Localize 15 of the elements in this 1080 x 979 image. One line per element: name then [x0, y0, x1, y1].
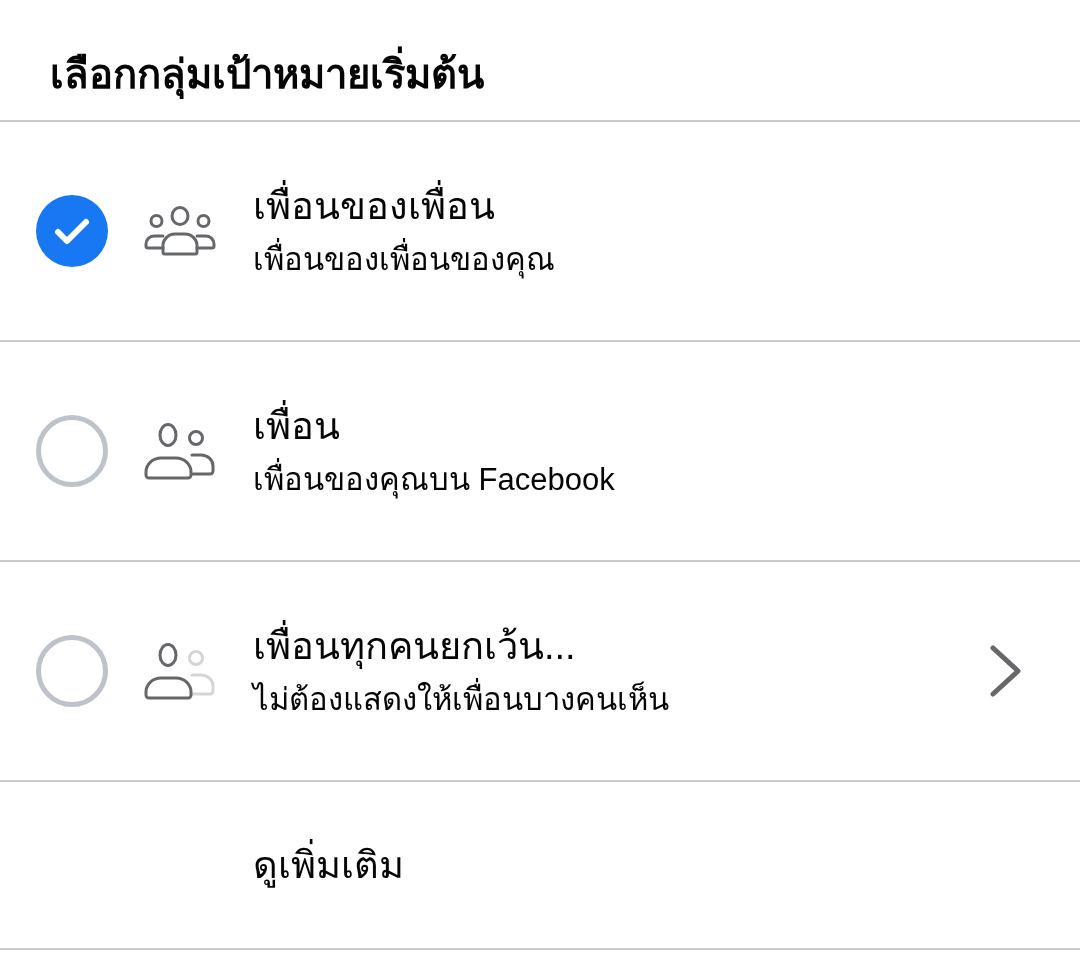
- chevron-right-icon[interactable]: [990, 645, 1022, 697]
- radio-empty-icon[interactable]: [36, 415, 108, 487]
- option-title: เพื่อนของเพื่อน: [253, 181, 1022, 231]
- option-subtitle: เพื่อนของเพื่อนของคุณ: [253, 239, 1022, 281]
- people-group-icon: [143, 205, 217, 257]
- option-title: เพื่อน: [253, 401, 1022, 451]
- option-subtitle: เพื่อนของคุณบน Facebook: [253, 459, 1022, 501]
- option-subtitle: ไม่ต้องแสดงให้เพื่อนบางคนเห็น: [253, 679, 990, 721]
- person-pair-icon: [143, 422, 217, 480]
- person-pair-faded-icon: [143, 642, 217, 700]
- option-title: เพื่อนทุกคนยกเว้น...: [253, 621, 990, 671]
- dialog-title: เลือกกลุ่มเป้าหมายเริ่มต้น: [50, 48, 1080, 100]
- radio-checked-icon[interactable]: [36, 195, 108, 267]
- radio-empty-icon[interactable]: [36, 635, 108, 707]
- see-more-link[interactable]: ดูเพิ่มเติม: [253, 840, 404, 890]
